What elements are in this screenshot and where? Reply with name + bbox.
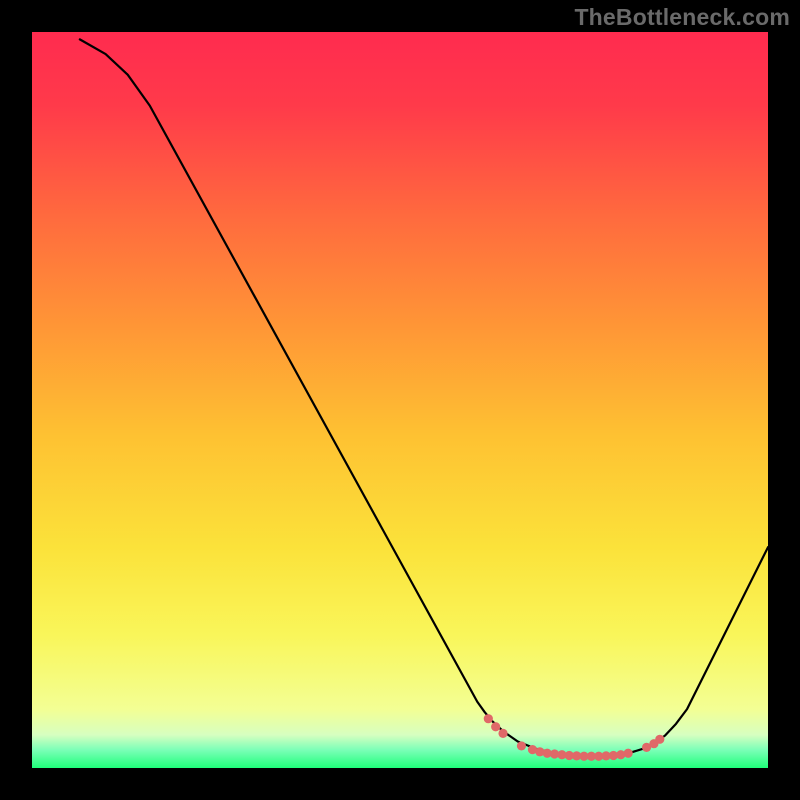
- band-dot: [624, 749, 633, 758]
- band-dot: [484, 714, 493, 723]
- band-dot: [498, 729, 507, 738]
- chart-svg: [0, 0, 800, 800]
- gradient-background: [32, 32, 768, 768]
- band-dot: [491, 722, 500, 731]
- watermark-text: TheBottleneck.com: [574, 4, 790, 31]
- band-dot: [517, 741, 526, 750]
- chart-container: TheBottleneck.com: [0, 0, 800, 800]
- band-dot: [655, 735, 664, 744]
